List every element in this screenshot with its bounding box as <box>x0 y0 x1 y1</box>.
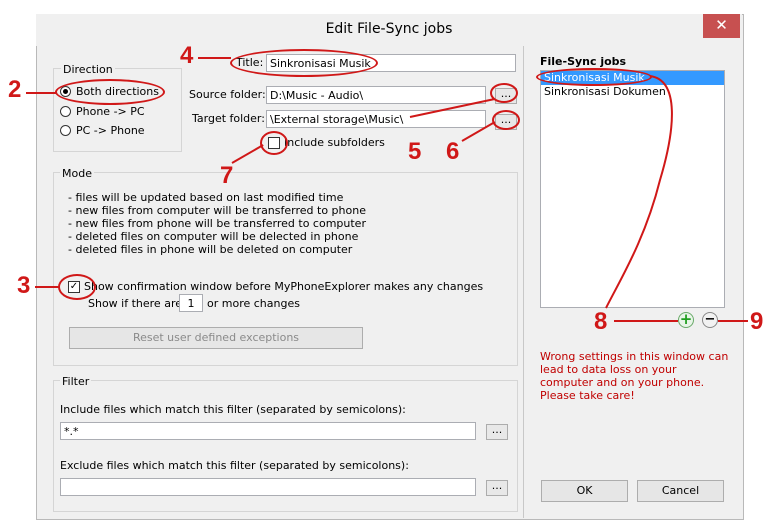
annotation-ellipse-target-browse <box>492 110 520 130</box>
exclude-filter-browse-button[interactable]: ... <box>486 480 508 496</box>
include-filter-browse-button[interactable]: ... <box>486 424 508 440</box>
jobs-heading: File-Sync jobs <box>540 55 627 68</box>
panel-divider <box>523 46 524 518</box>
mode-line: - deleted files in phone will be deleted… <box>68 243 353 256</box>
target-folder-input[interactable]: \External storage\Music\ <box>266 110 486 128</box>
window-title: Edit File-Sync jobs <box>325 21 453 37</box>
warning-text: Wrong settings in this window can lead t… <box>540 350 729 402</box>
annotation-ellipse-confirm <box>58 274 96 300</box>
include-filter-label: Include files which match this filter (s… <box>60 403 406 416</box>
change-count-input[interactable]: 1 <box>179 294 203 312</box>
annotation-number: 6 <box>446 138 460 165</box>
annotation-number: 2 <box>8 76 22 103</box>
reset-exceptions-button[interactable]: Reset user defined exceptions <box>69 327 363 349</box>
radio-label: Phone -> PC <box>76 105 145 118</box>
radio-pc-to-phone[interactable]: PC -> Phone <box>60 124 175 138</box>
annotation-ellipse-direction <box>55 79 165 105</box>
annotation-curve <box>605 75 673 309</box>
include-filter-input[interactable]: *.* <box>60 422 476 440</box>
annotation-number: 9 <box>750 308 764 335</box>
close-button[interactable]: ✕ <box>703 14 740 38</box>
mode-line: - new files from phone will be transferr… <box>68 217 366 230</box>
radio-indicator <box>60 125 71 136</box>
annotation-number: 4 <box>180 42 194 69</box>
radio-indicator <box>60 106 71 117</box>
source-folder-label: Source folder: <box>189 88 266 101</box>
annotation-ellipse-title <box>230 49 378 77</box>
annotation-number: 5 <box>408 138 422 165</box>
annotation-line <box>198 57 231 59</box>
remove-job-icon[interactable]: − <box>702 312 718 328</box>
radio-phone-to-pc[interactable]: Phone -> PC <box>60 105 175 119</box>
annotation-number: 3 <box>17 272 31 299</box>
direction-legend: Direction <box>61 63 115 76</box>
mode-line: - new files from computer will be transf… <box>68 204 366 217</box>
target-folder-label: Target folder: <box>192 112 265 125</box>
annotation-number: 7 <box>220 162 234 189</box>
annotation-line <box>614 320 678 322</box>
mode-legend: Mode <box>60 167 94 180</box>
ok-button[interactable]: OK <box>541 480 628 502</box>
radio-label: PC -> Phone <box>76 124 145 137</box>
annotation-line <box>35 286 59 288</box>
filter-legend: Filter <box>60 375 92 388</box>
exclude-filter-label: Exclude files which match this filter (s… <box>60 459 409 472</box>
cancel-button[interactable]: Cancel <box>637 480 724 502</box>
exclude-filter-input[interactable] <box>60 478 476 496</box>
source-folder-input[interactable]: D:\Music - Audio\ <box>266 86 486 104</box>
annotation-ellipse-subfolders <box>260 131 288 155</box>
mode-line: - deleted files on computer will be dele… <box>68 230 359 243</box>
mode-line: - files will be updated based on last mo… <box>68 191 344 204</box>
show-if-suffix: or more changes <box>207 297 300 310</box>
checkbox-label: Show confirmation window before MyPhoneE… <box>84 280 484 293</box>
show-if-prefix: Show if there are <box>88 297 182 310</box>
annotation-line <box>718 320 748 322</box>
checkbox-label: Include subfolders <box>284 136 385 149</box>
annotation-line <box>26 92 56 94</box>
confirmation-checkbox[interactable]: ✓ Show confirmation window before MyPhon… <box>68 280 483 294</box>
